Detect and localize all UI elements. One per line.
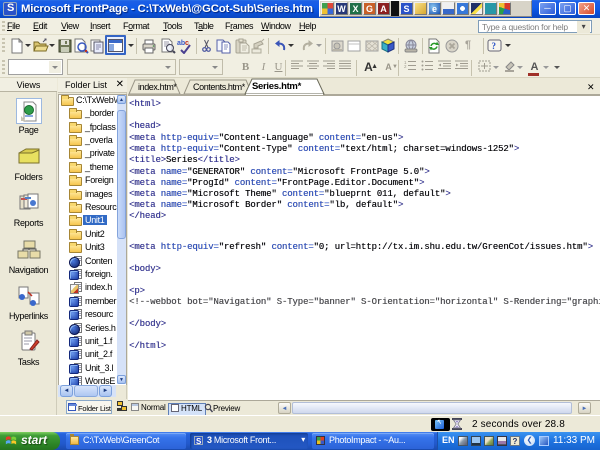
svg-text:ab: ab bbox=[177, 40, 185, 47]
svg-text:2: 2 bbox=[404, 64, 407, 69]
svg-text:?: ? bbox=[492, 41, 497, 51]
